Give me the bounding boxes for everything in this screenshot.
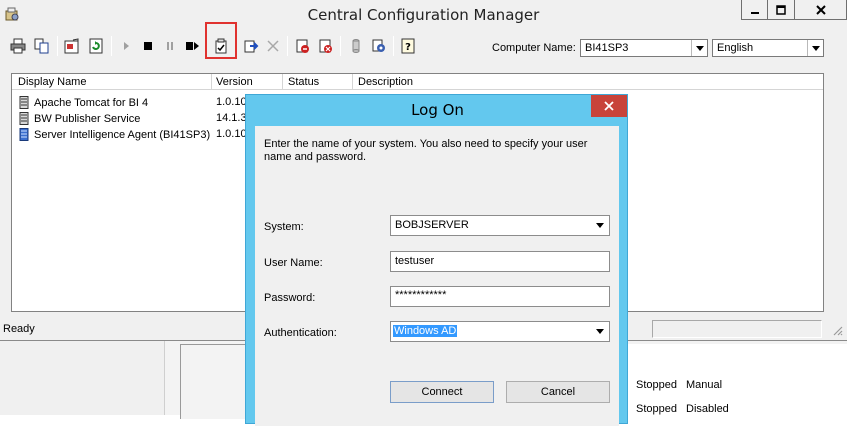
dialog-body: Enter the name of your system. You also … bbox=[255, 126, 619, 426]
disable-server-button[interactable] bbox=[316, 36, 336, 56]
maximize-icon bbox=[776, 4, 786, 15]
highlight-box bbox=[205, 22, 237, 59]
restart-icon bbox=[186, 42, 199, 50]
cancel-button[interactable]: Cancel bbox=[506, 381, 610, 403]
properties-icon bbox=[64, 38, 79, 54]
title-bar[interactable]: Central Configuration Manager bbox=[0, 0, 847, 31]
list-header: Display Name Version Status Description bbox=[12, 74, 823, 90]
add-server-icon bbox=[244, 40, 259, 53]
column-header-description[interactable]: Description bbox=[358, 76, 413, 88]
list-item: Stopped Disabled bbox=[636, 403, 729, 415]
computer-name-select[interactable]: BI41SP3 bbox=[580, 39, 708, 57]
stop-icon bbox=[144, 42, 152, 50]
restart-button[interactable] bbox=[182, 36, 202, 56]
authentication-select[interactable]: Windows AD bbox=[390, 321, 610, 342]
chevron-down-icon[interactable] bbox=[591, 216, 609, 235]
stop-button[interactable] bbox=[138, 36, 158, 56]
help-icon: ? bbox=[401, 38, 415, 54]
status-pane bbox=[652, 320, 822, 338]
disable-server-icon bbox=[319, 39, 332, 53]
close-button[interactable] bbox=[795, 0, 847, 20]
server-group-button[interactable] bbox=[369, 36, 389, 56]
chevron-down-icon[interactable] bbox=[807, 40, 823, 56]
password-label: Password: bbox=[264, 292, 316, 304]
background-service-list: Stopped Manual Stopped Disabled bbox=[627, 344, 847, 419]
maximize-button[interactable] bbox=[768, 0, 795, 20]
resize-grip-icon[interactable] bbox=[831, 324, 843, 336]
password-field[interactable]: ************ bbox=[390, 286, 610, 307]
add-server-button[interactable] bbox=[241, 36, 261, 56]
chevron-down-icon[interactable] bbox=[691, 40, 707, 56]
server-agent-icon bbox=[18, 128, 30, 141]
dialog-title: Log On bbox=[411, 101, 464, 119]
system-label: System: bbox=[264, 221, 304, 233]
properties-button[interactable] bbox=[62, 36, 82, 56]
chevron-down-icon[interactable] bbox=[591, 322, 609, 341]
column-header-display-name[interactable]: Display Name bbox=[18, 76, 86, 88]
copy-icon bbox=[34, 38, 49, 54]
logon-dialog: Log On Enter the name of your system. Yo… bbox=[245, 94, 628, 426]
delete-button[interactable] bbox=[263, 36, 283, 56]
authentication-label: Authentication: bbox=[264, 327, 337, 339]
server-icon bbox=[18, 112, 30, 125]
system-select[interactable]: BOBJSERVER bbox=[390, 215, 610, 236]
copy-button[interactable] bbox=[32, 36, 52, 56]
window-title: Central Configuration Manager bbox=[307, 6, 540, 24]
svg-text:?: ? bbox=[405, 42, 411, 53]
help-button[interactable]: ? bbox=[398, 36, 418, 56]
list-item: Stopped Manual bbox=[636, 379, 723, 391]
cylinder-icon bbox=[352, 39, 360, 53]
connect-button[interactable]: Connect bbox=[390, 381, 494, 403]
refresh-icon bbox=[89, 38, 103, 54]
dialog-description: Enter the name of your system. You also … bbox=[264, 138, 588, 163]
status-text: Ready bbox=[3, 323, 35, 335]
close-icon bbox=[815, 4, 826, 15]
pause-icon bbox=[167, 42, 173, 50]
print-icon bbox=[10, 38, 26, 54]
enable-server-icon bbox=[296, 39, 309, 53]
column-header-status[interactable]: Status bbox=[288, 76, 319, 88]
minimize-button[interactable] bbox=[741, 0, 768, 20]
server-icon bbox=[18, 96, 30, 109]
dependency-button[interactable] bbox=[346, 36, 366, 56]
column-header-version[interactable]: Version bbox=[216, 76, 253, 88]
background-window-sidebar bbox=[0, 340, 165, 415]
minimize-icon bbox=[750, 11, 759, 14]
username-field[interactable]: testuser bbox=[390, 251, 610, 272]
delete-icon bbox=[267, 40, 279, 52]
refresh-button[interactable] bbox=[86, 36, 106, 56]
server-group-icon bbox=[372, 39, 385, 52]
close-icon bbox=[604, 101, 614, 111]
enable-server-button[interactable] bbox=[293, 36, 313, 56]
play-icon bbox=[124, 42, 129, 50]
print-button[interactable] bbox=[8, 36, 28, 56]
pause-button[interactable] bbox=[160, 36, 180, 56]
username-label: User Name: bbox=[264, 257, 323, 269]
start-button[interactable] bbox=[116, 36, 136, 56]
dialog-close-button[interactable] bbox=[591, 95, 627, 117]
computer-name-label: Computer Name: bbox=[492, 42, 576, 54]
language-select[interactable]: English bbox=[712, 39, 824, 57]
